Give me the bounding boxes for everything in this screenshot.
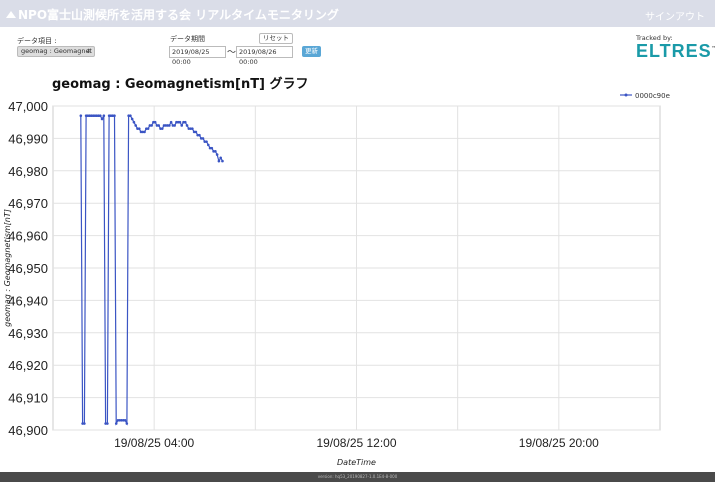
data-point <box>134 124 138 127</box>
x-tick-label: 19/08/25 04:00 <box>114 436 194 450</box>
data-point <box>150 124 153 127</box>
x-tick-label: 19/08/25 20:00 <box>519 436 599 450</box>
data-point <box>129 114 132 118</box>
data-point <box>191 127 194 130</box>
y-tick-label: 46,930 <box>8 326 48 341</box>
data-point <box>206 143 210 147</box>
line-chart: 46,900 46,910 46,920 46,930 46,940 46,950 46,9… <box>3 92 670 467</box>
x-axis-title: DateTime <box>337 458 376 467</box>
y-tick-label: 46,910 <box>8 391 48 406</box>
y-tick-label: 46,970 <box>8 196 48 211</box>
y-tick-label: 46,900 <box>8 423 48 438</box>
data-point <box>102 114 106 118</box>
data-point <box>221 159 224 163</box>
data-point <box>178 120 182 124</box>
data-point <box>169 120 173 124</box>
data-point <box>132 120 136 124</box>
data-point <box>157 124 161 127</box>
y-tick-label: 47,000 <box>8 99 48 114</box>
data-point <box>173 124 176 127</box>
data-point <box>194 130 198 134</box>
data-point <box>106 422 109 425</box>
footer-version: version: hq53_20190827-1.0.1E4-8-000 <box>0 472 715 482</box>
data-point <box>79 114 83 118</box>
legend-marker <box>624 93 628 97</box>
data-point <box>125 422 129 425</box>
y-tick-label: 46,950 <box>8 261 48 276</box>
data-point <box>100 117 104 121</box>
data-point <box>146 127 150 130</box>
data-point <box>137 127 141 130</box>
data-point <box>114 422 118 425</box>
data-point <box>215 153 219 156</box>
data-point <box>113 114 116 118</box>
data-point <box>185 124 189 127</box>
y-tick-label: 46,990 <box>8 131 48 146</box>
data-point <box>210 146 214 150</box>
data-point <box>83 422 86 425</box>
data-point <box>180 124 184 127</box>
x-tick-label: 19/08/25 12:00 <box>316 436 396 450</box>
y-tick-label: 46,980 <box>8 164 48 179</box>
data-point <box>143 130 146 134</box>
data-point <box>168 124 171 127</box>
data-point <box>123 418 127 422</box>
data-point <box>183 120 187 124</box>
y-tick-label: 46,940 <box>8 293 48 308</box>
data-point <box>153 120 157 124</box>
y-tick-label: 46,960 <box>8 229 48 244</box>
data-point <box>201 137 205 140</box>
data-point <box>205 140 208 143</box>
legend-label: 0000c90e <box>635 92 670 100</box>
data-point <box>160 127 164 130</box>
y-axis-title: geomag : Geomagnetism[nT] <box>3 209 12 327</box>
y-tick-label: 46,920 <box>8 358 48 373</box>
data-point <box>219 156 222 160</box>
data-point <box>217 159 221 163</box>
data-point <box>98 114 102 118</box>
data-point <box>198 133 201 137</box>
data-point <box>214 150 217 153</box>
data-point <box>130 117 134 121</box>
